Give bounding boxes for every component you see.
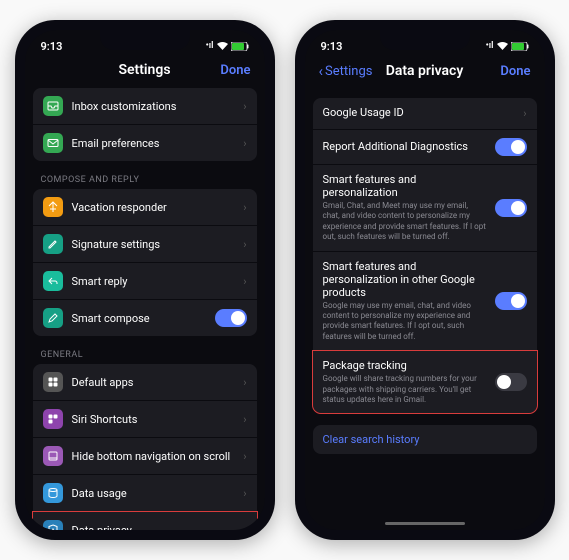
- row-smart-features-and-personalization[interactable]: Smart features and personalizationGmail,…: [313, 165, 537, 252]
- back-label: Settings: [325, 64, 372, 79]
- row-label: Data privacy: [72, 524, 235, 531]
- clear-search-history-button[interactable]: Clear search history: [313, 425, 537, 454]
- row-vacation-responder[interactable]: Vacation responder ›: [33, 189, 257, 226]
- row-default-apps[interactable]: Default apps ›: [33, 364, 257, 401]
- toggle-smart-features-and-personalization[interactable]: [495, 199, 527, 217]
- nav-bar: Settings Done: [25, 56, 265, 88]
- row-hide-bottom-navigation-on-scroll[interactable]: Hide bottom navigation on scroll ›: [33, 438, 257, 475]
- status-time: 9:13: [321, 40, 343, 53]
- row-title: Smart features and personalization: [323, 173, 487, 199]
- row-smart-compose[interactable]: Smart compose: [33, 300, 257, 336]
- row-title: Smart features and personalization in ot…: [323, 260, 487, 299]
- siri-shortcuts-icon: [43, 409, 63, 429]
- row-description: Google may use my email, chat, and video…: [323, 301, 487, 343]
- status-indicators: •ıl: [206, 41, 249, 51]
- row-smart-features-and-personalization-in-other-google-products[interactable]: Smart features and personalization in ot…: [313, 252, 537, 352]
- row-label: Siri Shortcuts: [72, 413, 235, 426]
- row-signature-settings[interactable]: Signature settings ›: [33, 226, 257, 263]
- chevron-right-icon: ›: [243, 238, 246, 251]
- chevron-right-icon: ›: [243, 487, 246, 500]
- toggle-smart-features-and-personalization-in-other-google-products[interactable]: [495, 292, 527, 310]
- smart-compose-icon: [43, 308, 63, 328]
- home-indicator[interactable]: [385, 522, 465, 525]
- chevron-left-icon: ‹: [319, 62, 324, 80]
- row-google-usage-id[interactable]: Google Usage ID ›: [313, 98, 537, 130]
- data-usage-icon: [43, 483, 63, 503]
- signature-settings-icon: [43, 234, 63, 254]
- signal-icon: •ıl: [486, 41, 494, 51]
- page-title: Settings: [93, 62, 197, 78]
- chevron-right-icon: ›: [243, 450, 246, 463]
- section-header-general: GENERAL: [33, 340, 257, 364]
- row-label: Inbox customizations: [72, 100, 235, 113]
- row-label: Default apps: [72, 376, 235, 389]
- chevron-right-icon: ›: [243, 137, 246, 150]
- hide-bottom-navigation-on-scroll-icon: [43, 446, 63, 466]
- row-description: Gmail, Chat, and Meet may use my email, …: [323, 201, 487, 243]
- phone-left: 9:13 •ıl Settings Done Inbox customizati…: [15, 20, 275, 540]
- chevron-right-icon: ›: [243, 275, 246, 288]
- phone-right: 9:13 •ıl ‹ Settings Data privacy Done Go…: [295, 20, 555, 540]
- row-description: Google will share tracking numbers for y…: [323, 374, 487, 405]
- smart-reply-icon: [43, 271, 63, 291]
- inbox-customizations-icon: [43, 96, 63, 116]
- row-label: Data usage: [72, 487, 235, 500]
- row-report-additional-diagnostics[interactable]: Report Additional Diagnostics: [313, 130, 537, 165]
- row-label: Hide bottom navigation on scroll: [72, 450, 235, 463]
- done-button[interactable]: Done: [477, 64, 531, 79]
- chevron-right-icon: ›: [243, 413, 246, 426]
- toggle-report-additional-diagnostics[interactable]: [495, 138, 527, 156]
- row-label: Vacation responder: [72, 201, 235, 214]
- page-title: Data privacy: [373, 63, 477, 79]
- default-apps-icon: [43, 372, 63, 392]
- row-title: Package tracking: [323, 359, 487, 372]
- nav-bar: ‹ Settings Data privacy Done: [305, 56, 545, 90]
- chevron-right-icon: ›: [243, 201, 246, 214]
- chevron-right-icon: ›: [243, 524, 246, 531]
- done-button[interactable]: Done: [197, 63, 251, 78]
- row-smart-reply[interactable]: Smart reply ›: [33, 263, 257, 300]
- battery-icon: [511, 42, 529, 51]
- row-package-tracking[interactable]: Package tracking Google will share tracki…: [313, 351, 537, 413]
- clear-search-history-label: Clear search history: [323, 433, 420, 446]
- signal-icon: •ıl: [206, 41, 214, 51]
- chevron-right-icon: ›: [243, 100, 246, 113]
- vacation-responder-icon: [43, 197, 63, 217]
- toggle-package-tracking[interactable]: [495, 373, 527, 391]
- status-time: 9:13: [41, 40, 63, 53]
- row-data-privacy[interactable]: Data privacy ›: [33, 512, 257, 530]
- chevron-right-icon: ›: [243, 376, 246, 389]
- back-button[interactable]: ‹ Settings: [319, 62, 373, 80]
- toggle-smart-compose[interactable]: [215, 309, 247, 327]
- row-label: Email preferences: [72, 137, 235, 150]
- battery-icon: [231, 42, 249, 51]
- section-header-compose: COMPOSE AND REPLY: [33, 165, 257, 189]
- chevron-right-icon: ›: [523, 107, 526, 120]
- row-label: Smart compose: [72, 312, 206, 325]
- row-siri-shortcuts[interactable]: Siri Shortcuts ›: [33, 401, 257, 438]
- notch: [100, 30, 190, 50]
- email-preferences-icon: [43, 133, 63, 153]
- data-privacy-icon: [43, 520, 63, 530]
- row-title: Google Usage ID: [323, 106, 516, 119]
- row-title: Report Additional Diagnostics: [323, 140, 487, 153]
- wifi-icon: [497, 42, 508, 50]
- row-label: Smart reply: [72, 275, 235, 288]
- row-inbox-customizations[interactable]: Inbox customizations ›: [33, 88, 257, 125]
- row-email-preferences[interactable]: Email preferences ›: [33, 125, 257, 161]
- status-indicators: •ıl: [486, 41, 529, 51]
- row-label: Signature settings: [72, 238, 235, 251]
- row-data-usage[interactable]: Data usage ›: [33, 475, 257, 512]
- wifi-icon: [217, 42, 228, 50]
- notch: [380, 30, 470, 50]
